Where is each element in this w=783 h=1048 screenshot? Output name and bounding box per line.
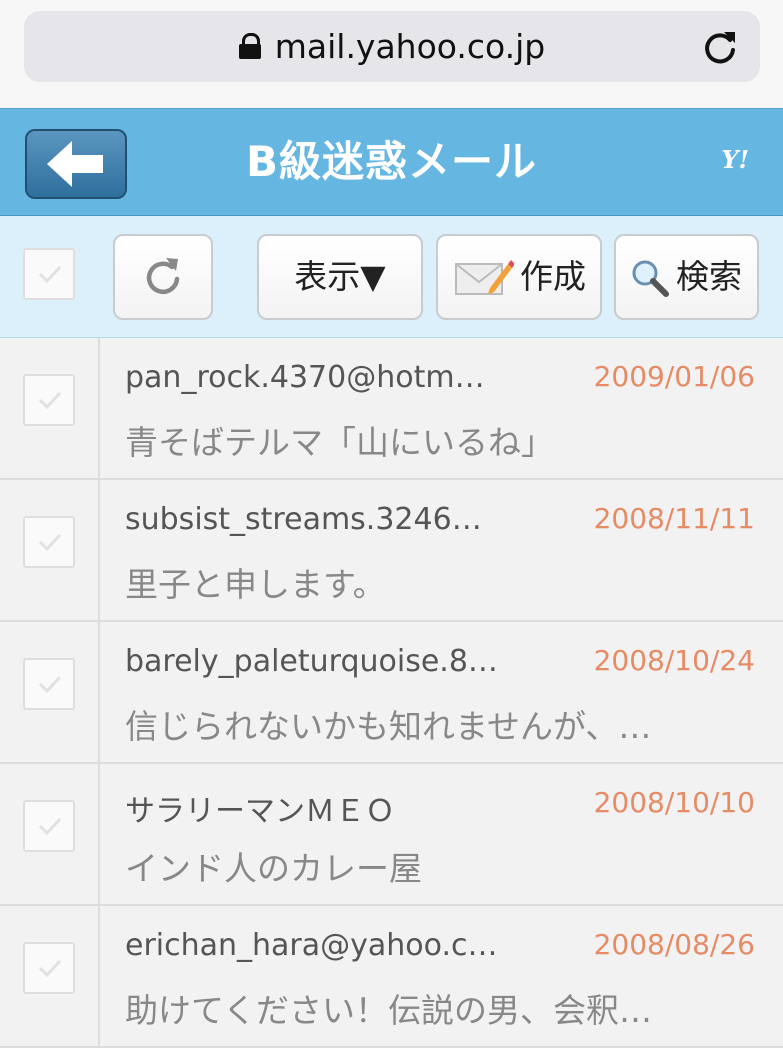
checkmark-icon bbox=[38, 817, 62, 836]
message-checkbox[interactable] bbox=[23, 942, 75, 994]
message-date: 2008/10/10 bbox=[593, 786, 755, 819]
compose-button[interactable]: 作成 bbox=[436, 234, 602, 320]
message-sender: subsist_streams.3246… bbox=[125, 502, 482, 537]
select-all-checkbox[interactable] bbox=[23, 248, 75, 300]
search-label: 検索 bbox=[676, 257, 742, 296]
message-date: 2009/01/06 bbox=[593, 360, 755, 393]
page-title: B級迷惑メール bbox=[245, 137, 537, 186]
refresh-icon bbox=[146, 258, 180, 294]
message-checkbox[interactable] bbox=[23, 800, 75, 852]
message-sender: pan_rock.4370@hotm… bbox=[125, 360, 485, 395]
message-date: 2008/11/11 bbox=[593, 502, 755, 535]
message-sender: erichan_hara@yahoo.c… bbox=[125, 928, 498, 963]
row-divider bbox=[98, 338, 100, 480]
message-checkbox[interactable] bbox=[23, 658, 75, 710]
message-subject: 里子と申します。 bbox=[125, 565, 386, 604]
address-bar[interactable]: mail.yahoo.co.jp bbox=[24, 11, 760, 82]
display-dropdown-button[interactable]: 表示▼ bbox=[257, 234, 423, 320]
lock-icon bbox=[238, 32, 261, 59]
checkmark-icon bbox=[38, 391, 62, 410]
row-divider bbox=[98, 480, 100, 622]
message-subject: 信じられないかも知れませんが、… bbox=[125, 707, 652, 746]
mail-toolbar: 表示▼ 作成 検索 bbox=[0, 216, 783, 338]
refresh-button[interactable] bbox=[113, 234, 213, 320]
checkmark-icon bbox=[38, 675, 62, 694]
compose-label: 作成 bbox=[520, 257, 586, 296]
message-sender: サラリーマンＭＥＯ bbox=[125, 794, 395, 829]
message-row[interactable]: erichan_hara@yahoo.c… 2008/08/26 助けてください… bbox=[0, 906, 783, 1048]
message-row[interactable]: barely_paleturquoise.8… 2008/10/24 信じられな… bbox=[0, 622, 783, 764]
row-divider bbox=[98, 622, 100, 764]
compose-mail-icon bbox=[455, 260, 514, 295]
reload-icon[interactable] bbox=[700, 28, 740, 68]
checkmark-icon bbox=[38, 959, 62, 978]
yahoo-logo[interactable]: Y! bbox=[721, 145, 749, 174]
display-label: 表示▼ bbox=[294, 257, 386, 296]
message-row[interactable]: サラリーマンＭＥＯ 2008/10/10 インド人のカレー屋 bbox=[0, 764, 783, 906]
app-header: B級迷惑メール Y! bbox=[0, 108, 783, 216]
browser-chrome: mail.yahoo.co.jp bbox=[0, 0, 783, 108]
message-checkbox[interactable] bbox=[23, 374, 75, 426]
message-subject: インド人のカレー屋 bbox=[125, 849, 422, 888]
arrow-left-icon bbox=[47, 141, 103, 187]
url-display[interactable]: mail.yahoo.co.jp bbox=[24, 11, 760, 82]
message-date: 2008/08/26 bbox=[593, 928, 755, 961]
back-button[interactable] bbox=[25, 129, 127, 199]
checkmark-icon bbox=[38, 265, 62, 284]
message-row[interactable]: pan_rock.4370@hotm… 2009/01/06 青そばテルマ「山に… bbox=[0, 338, 783, 480]
row-divider bbox=[98, 764, 100, 906]
message-sender: barely_paleturquoise.8… bbox=[125, 644, 498, 679]
message-checkbox[interactable] bbox=[23, 516, 75, 568]
search-button[interactable]: 検索 bbox=[614, 234, 759, 320]
message-subject: 助けてください！伝説の男、会釈… bbox=[125, 991, 653, 1030]
message-subject: 青そばテルマ「山にいるね」 bbox=[125, 423, 554, 462]
message-date: 2008/10/24 bbox=[593, 644, 755, 677]
url-text: mail.yahoo.co.jp bbox=[274, 27, 546, 66]
message-row[interactable]: subsist_streams.3246… 2008/11/11 里子と申します… bbox=[0, 480, 783, 622]
checkmark-icon bbox=[38, 533, 62, 552]
row-divider bbox=[98, 906, 100, 1048]
search-icon bbox=[632, 260, 669, 297]
